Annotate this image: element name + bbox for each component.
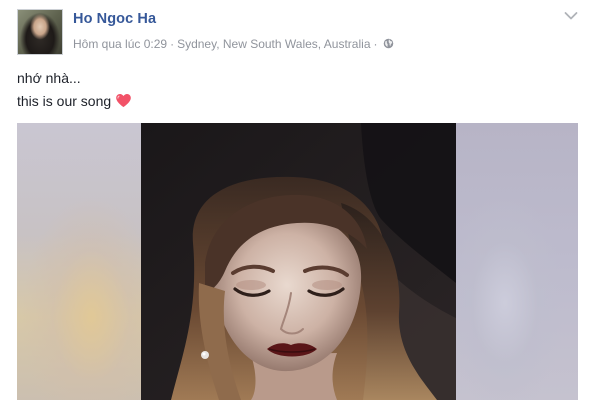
post-message-text: this is our song <box>17 93 112 109</box>
post-location-link[interactable]: Sydney, New South Wales, Australia <box>177 37 370 51</box>
avatar[interactable] <box>17 9 63 55</box>
facebook-post: Ho Ngoc Ha Hôm qua lúc 0:29 · Sydney, New … <box>0 0 600 400</box>
post-message-line: nhớ nhà... <box>17 70 81 86</box>
video-still-image <box>141 123 456 400</box>
video-frame <box>141 123 456 400</box>
post-meta: Hôm qua lúc 0:29 · Sydney, New South Wales… <box>73 37 394 51</box>
video-player[interactable] <box>17 123 578 400</box>
meta-separator: · <box>373 37 378 51</box>
meta-separator: · <box>170 37 175 51</box>
globe-icon[interactable] <box>383 38 394 49</box>
heart-icon <box>116 93 131 108</box>
post-timestamp-link[interactable]: Hôm qua lúc 0:29 <box>73 37 167 51</box>
post-message-line-with-emoji: this is our song <box>17 93 132 109</box>
video-blurred-background-left <box>17 123 141 400</box>
author-name-link[interactable]: Ho Ngoc Ha <box>73 11 156 27</box>
video-blurred-background-right <box>456 123 578 400</box>
chevron-down-icon[interactable] <box>564 11 578 21</box>
